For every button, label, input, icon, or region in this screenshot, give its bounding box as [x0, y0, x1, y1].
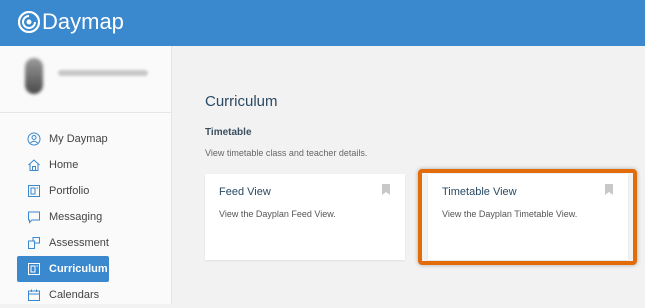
- section-title: Timetable: [205, 127, 252, 138]
- assessment-icon: [28, 237, 40, 249]
- sidebar-item-assessment[interactable]: Assessment: [0, 230, 171, 256]
- calendar-icon: [28, 289, 40, 301]
- message-icon: [28, 211, 40, 224]
- daymap-logo[interactable]: Daymap: [18, 9, 124, 35]
- section-description: View timetable class and teacher details…: [205, 148, 368, 158]
- username-blurred: [58, 70, 148, 76]
- card-description: View the Dayplan Feed View.: [219, 209, 336, 219]
- sidebar-nav: My Daymap Home Portfolio Messaging Asses…: [0, 126, 171, 308]
- sidebar-item-label: Assessment: [49, 237, 109, 249]
- sidebar-item-label: Curriculum: [49, 263, 108, 275]
- feed-view-card[interactable]: Feed View View the Dayplan Feed View.: [205, 174, 405, 260]
- highlight-box: [418, 169, 637, 265]
- user-profile[interactable]: [0, 46, 171, 113]
- sidebar-item-portfolio[interactable]: Portfolio: [0, 178, 171, 204]
- sidebar-item-label: Messaging: [49, 211, 103, 223]
- sidebar-item-calendars[interactable]: Calendars: [0, 282, 171, 308]
- sidebar-item-label: Portfolio: [49, 185, 90, 197]
- portfolio-icon: [28, 185, 40, 197]
- sidebar-item-label: My Daymap: [49, 133, 108, 145]
- top-bar: Daymap: [0, 0, 645, 46]
- daymap-logo-icon: [18, 11, 40, 33]
- logo-text: Daymap: [42, 9, 124, 34]
- card-title: Feed View: [219, 186, 271, 198]
- sidebar-item-my-daymap[interactable]: My Daymap: [0, 126, 171, 152]
- sidebar-item-label: Home: [49, 159, 79, 171]
- page-title: Curriculum: [205, 93, 278, 110]
- sidebar: My Daymap Home Portfolio Messaging Asses…: [0, 46, 172, 304]
- sidebar-item-label: Calendars: [49, 289, 100, 301]
- user-circle-icon: [27, 132, 41, 146]
- home-icon: [28, 159, 40, 171]
- sidebar-item-home[interactable]: Home: [0, 152, 171, 178]
- sidebar-item-messaging[interactable]: Messaging: [0, 204, 171, 230]
- sidebar-item-curriculum[interactable]: Curriculum: [17, 256, 109, 282]
- curriculum-icon: [28, 263, 40, 275]
- avatar: [25, 58, 43, 94]
- bookmark-icon[interactable]: [382, 184, 390, 195]
